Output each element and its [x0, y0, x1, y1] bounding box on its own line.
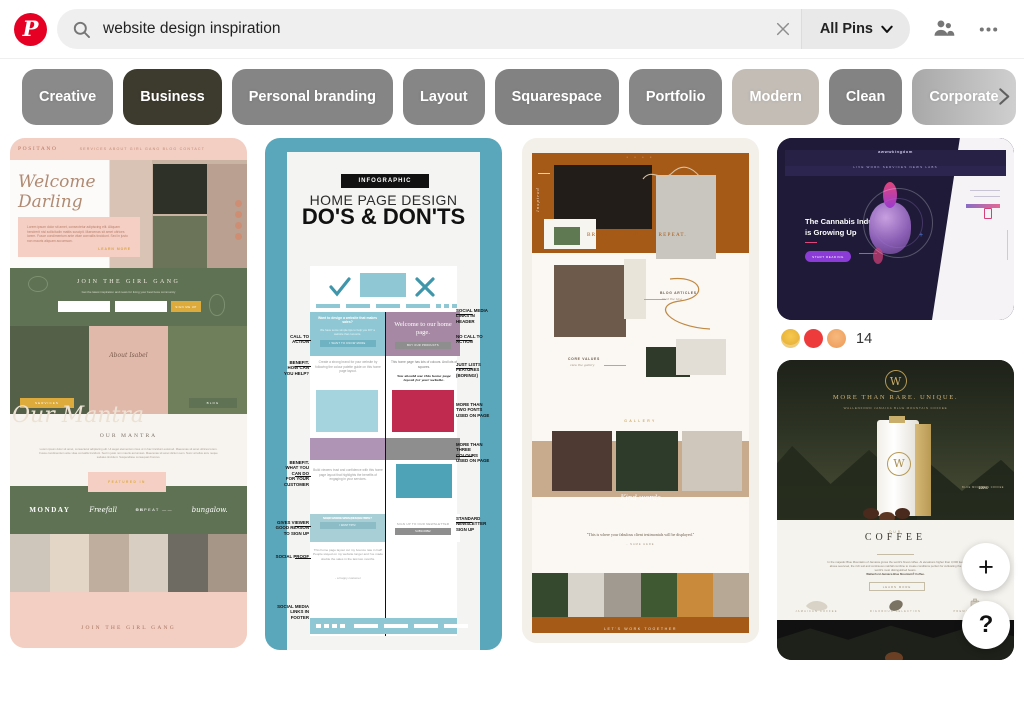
pin-image[interactable]: awwwkingdom LIVE WORK SERVICES NEWS LABS…	[777, 138, 1014, 320]
filter-chip-creative[interactable]: Creative	[22, 68, 114, 125]
pinterest-logo-glyph: P	[22, 15, 39, 41]
search-icon	[63, 9, 99, 49]
filter-chip-label: Personal branding	[248, 88, 377, 105]
filter-chip-label: Layout	[420, 88, 468, 105]
mockup-headline-2: is Growing Up	[805, 228, 857, 237]
surprised-face-emoji	[827, 329, 846, 348]
pin-image[interactable]: POSITANO SERVICES ABOUT GIRL GANG BLOG C…	[10, 138, 247, 648]
positano-website-mockup-pin[interactable]: POSITANO SERVICES ABOUT GIRL GANG BLOG C…	[10, 138, 247, 648]
filter-chip-label: Clean	[845, 88, 886, 105]
right-label-5: STANDARD NEWSLETTER SIGN UP	[456, 516, 487, 532]
filter-chip-label: Squarespace	[511, 88, 602, 105]
people-button[interactable]	[922, 7, 966, 51]
help-button[interactable]: ?	[962, 601, 1010, 649]
filter-chip-label: Creative	[39, 88, 97, 105]
pin-grid: POSITANO SERVICES ABOUT GIRL GANG BLOG C…	[0, 134, 1024, 701]
ellipsis-icon	[979, 26, 997, 32]
chips-next-button[interactable]	[986, 80, 1020, 114]
dont-signup-title: SIGN UP TO OUR NEWSLETTER	[396, 522, 450, 526]
left-label-5: SOCIAL MEDIA LINKS IN FOOTER	[277, 604, 309, 620]
mockup-body: In the majestic Blue Mountains of Jamaic…	[827, 560, 964, 572]
filter-chip-modern[interactable]: Modern	[732, 68, 819, 125]
chevron-right-icon	[998, 88, 1009, 105]
pin-image[interactable]: INFOGRAPHIC HOME PAGE DESIGN DO'S & DON'…	[265, 138, 502, 650]
dont-benefit-text: This home page has lots of colours. And …	[390, 360, 458, 369]
grid-column-4: awwwkingdom LIVE WORK SERVICES NEWS LABS…	[777, 138, 1014, 670]
left-label-3: GIVES VIEWER GOOD REASON TO SIGN UP	[275, 520, 309, 536]
squiggle-decoration-2	[665, 277, 711, 330]
filter-chip-bar: Creative Business Personal branding Layout S…	[0, 59, 1024, 134]
pinterest-logo-icon[interactable]: P	[14, 12, 47, 46]
reaction-count: 14	[856, 330, 873, 347]
grid-column-1: POSITANO SERVICES ABOUT GIRL GANG BLOG C…	[10, 138, 247, 658]
do-headline: Want to design a website that makes sale…	[317, 316, 378, 325]
search-bar[interactable]: All Pins	[57, 9, 910, 49]
filter-chip-label: Business	[140, 88, 205, 105]
chevron-down-icon	[881, 25, 893, 33]
right-label-3: MORE THAN TWO FONTS USED ON PAGE	[456, 402, 490, 418]
all-pins-dropdown[interactable]: All Pins	[800, 9, 910, 49]
create-pin-button[interactable]: +	[962, 543, 1010, 591]
right-label-2: JUST LISTS FEATURES (BORING!)	[456, 362, 481, 378]
filter-chip-squarespace[interactable]: Squarespace	[494, 68, 619, 125]
grid-column-3: • • • • Inspired BRAVE. DOCUMENT. REPEAT…	[522, 138, 759, 653]
filter-chip-personal-branding[interactable]: Personal branding	[231, 68, 394, 125]
idea-face-emoji	[781, 329, 800, 348]
mockup-monogram: W	[884, 370, 907, 392]
do-body: We have some simple tips to help you DIY…	[320, 327, 375, 336]
editorial-tablet-mockup-pin[interactable]: • • • • Inspired BRAVE. DOCUMENT. REPEAT…	[522, 138, 759, 643]
more-options-button[interactable]	[966, 7, 1010, 51]
dont-headline: Welcome to our home page.	[394, 321, 452, 336]
do-benefit-text: Create a strong brand for your website b…	[315, 360, 381, 374]
grid-column-2: INFOGRAPHIC HOME PAGE DESIGN DO'S & DON'…	[265, 138, 502, 660]
search-input[interactable]	[99, 10, 765, 48]
pin-image[interactable]: • • • • Inspired BRAVE. DOCUMENT. REPEAT…	[522, 138, 759, 643]
do-benefit2-text: Build viewers trust and confidence with …	[313, 468, 383, 482]
filter-chip-layout[interactable]: Layout	[403, 68, 485, 125]
clear-search-button[interactable]	[765, 9, 801, 49]
filter-chip-clean[interactable]: Clean	[828, 68, 903, 125]
filter-chip-business[interactable]: Business	[123, 68, 222, 125]
all-pins-label: All Pins	[819, 21, 873, 37]
question-mark-icon: ?	[978, 611, 994, 638]
people-icon	[934, 19, 954, 36]
do-signup-sub: Pop this delivered straight to your inbo…	[325, 517, 370, 520]
filter-chip-label: Modern	[749, 88, 802, 105]
mockup-hero-script: Welcome Darling	[18, 172, 96, 212]
top-header: P All Pins	[0, 0, 1024, 59]
right-label-0: SOCIAL MEDIA LINKS IN HEADER	[456, 308, 488, 324]
cannabis-industry-website-pin[interactable]: awwwkingdom LIVE WORK SERVICES NEWS LABS…	[777, 138, 1014, 350]
heart-emoji	[804, 329, 823, 348]
filter-chip-label: Portfolio	[645, 88, 706, 105]
testimonial-text: This home page layout cut my bounce rate…	[313, 548, 383, 561]
homepage-dos-donts-infographic-pin[interactable]: INFOGRAPHIC HOME PAGE DESIGN DO'S & DON'…	[265, 138, 502, 650]
right-label-4: MORE THAN THREE COLOURS USED ON PAGE	[456, 442, 490, 464]
left-label-2: BENEFIT. WHAT YOU CAN DO FOR YOUR CUSTOM…	[283, 460, 309, 487]
left-label-1: BENEFIT. HOW CAN YOU HELP?	[283, 360, 309, 376]
pin-reactions[interactable]: 14	[777, 320, 1014, 350]
squiggle-decoration	[642, 166, 701, 180]
dont-benefit-script: You should use this home page layout for…	[397, 374, 451, 383]
check-mark-icon	[329, 277, 351, 297]
cross-mark-icon	[415, 277, 435, 297]
filter-chip-portfolio[interactable]: Portfolio	[628, 68, 723, 125]
plus-icon: +	[978, 551, 994, 582]
